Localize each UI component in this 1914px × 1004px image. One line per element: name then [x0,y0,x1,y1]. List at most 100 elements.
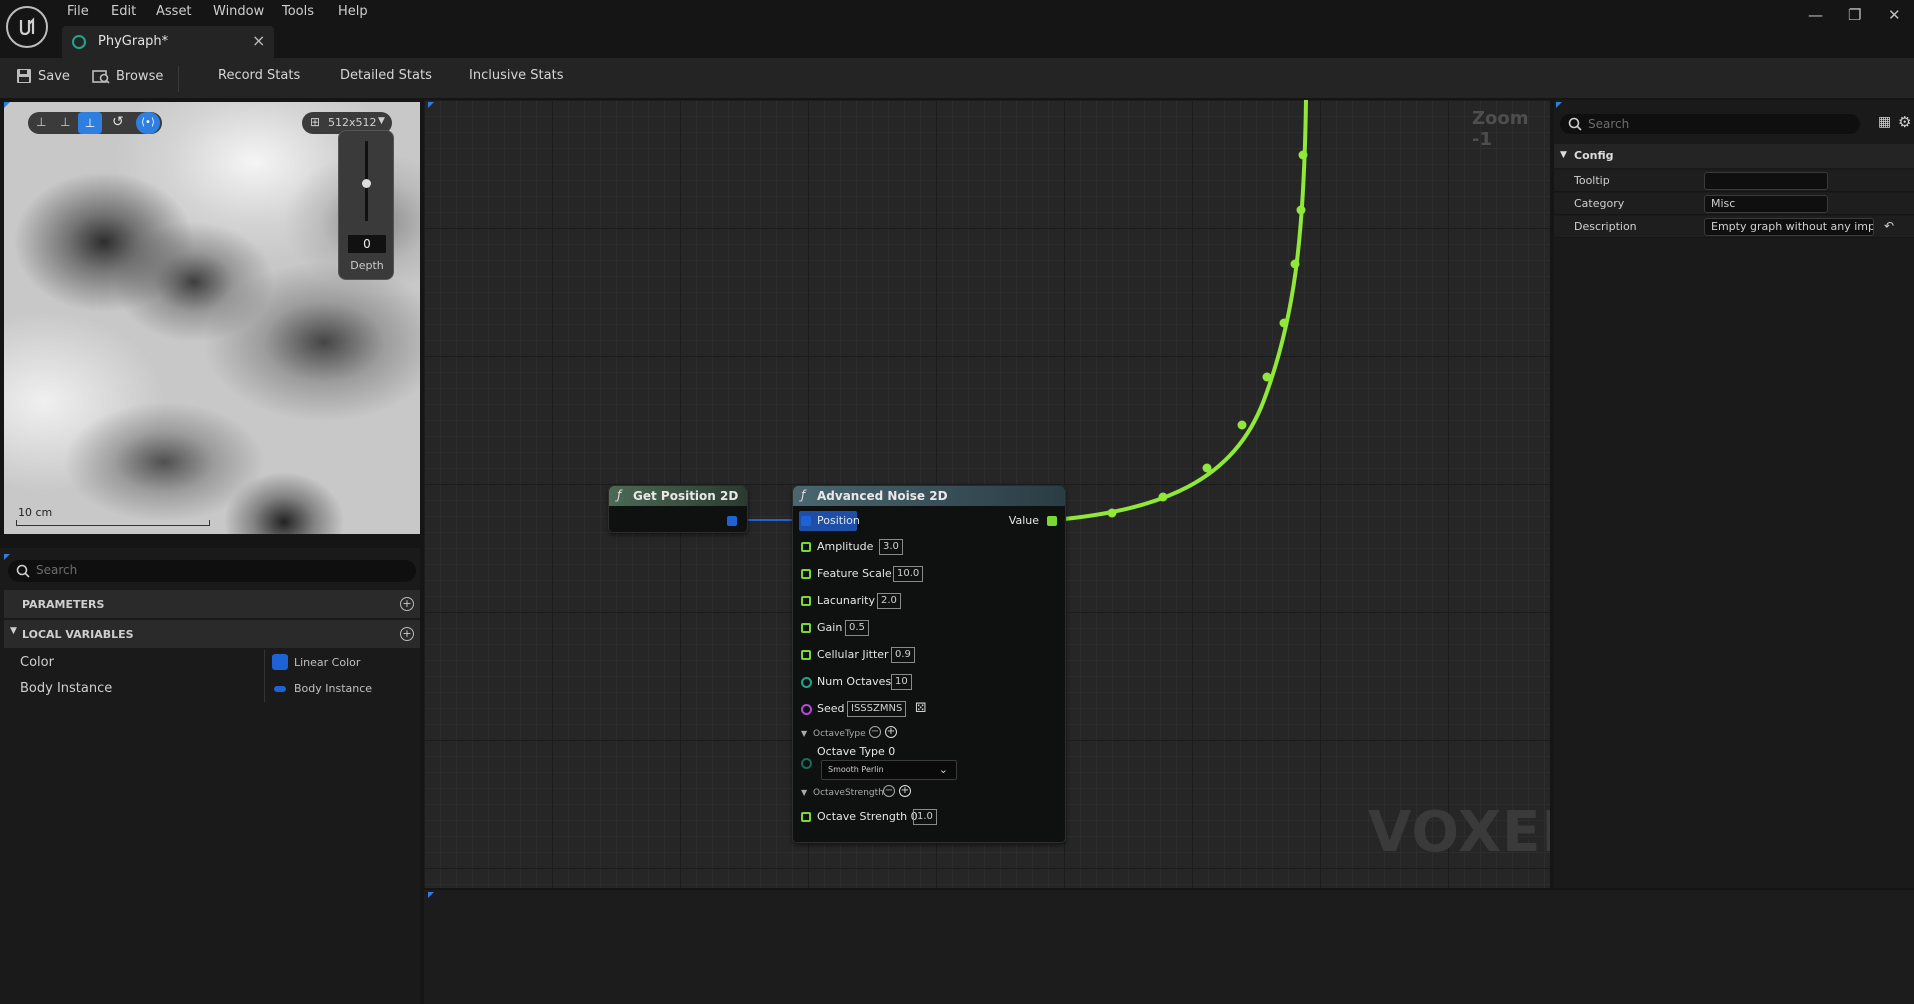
remove-element-icon[interactable]: − [869,726,881,738]
octave-type-dropdown[interactable]: Smooth Perlin ⌄ [821,760,957,780]
panel-corner-marker [4,102,10,108]
search-placeholder: Search [1588,117,1630,131]
menu-tools[interactable]: Tools [282,4,314,20]
unreal-logo-icon[interactable] [6,6,48,48]
inclusive-stats-label: Inclusive Stats [469,68,564,83]
browse-button[interactable]: Browse [92,68,163,84]
position-output-pin[interactable] [727,516,737,526]
depth-slider-handle[interactable] [362,179,371,188]
settings-gear-icon[interactable]: ⚙ [1898,113,1911,131]
add-parameter-icon[interactable]: + [400,597,414,611]
menu-asset[interactable]: Asset [156,4,192,20]
tab-close-icon[interactable]: × [252,31,265,50]
value-wire[interactable] [1053,100,1308,522]
column-divider [264,650,265,676]
voxel-watermark: VOXEL [1368,800,1550,865]
chevron-down-icon: ⌄ [938,763,948,776]
pin-label: Lacunarity [817,594,876,607]
float-input-pin[interactable] [801,596,811,606]
add-local-variable-icon[interactable]: + [400,627,414,641]
category-input[interactable]: Misc [1704,195,1828,213]
add-element-icon[interactable]: + [899,785,911,797]
fit-view-icon[interactable]: ⟨•⟩ [136,112,160,134]
octave-strength-array-header: ▼ OctaveStrength − + [793,783,1065,803]
feature-scale-value-field[interactable]: 10.0 [893,566,924,582]
amplitude-value-field[interactable]: 3.0 [879,539,903,555]
search-icon [16,564,30,578]
resolution-icon: ⊞ [310,115,321,129]
randomize-seed-icon[interactable]: ⚄ [915,701,926,716]
pin-octave-strength-0: Octave Strength 0 1.0 [793,807,1065,827]
config-section-header[interactable]: ▼ Config [1554,144,1914,168]
noise-preview[interactable]: ⊥ ⊥ ⊥ ↺ ⟨•⟩ ⊞ 512x512 ▼ 0 Depth 10 cm [4,102,420,534]
node-title: Get Position 2D [633,489,739,503]
expand-arrow-icon[interactable]: ▼ [801,729,807,738]
menu-file[interactable]: File [67,4,89,20]
property-name: Tooltip [1574,174,1610,187]
float-input-pin[interactable] [801,623,811,633]
num-octaves-value-field[interactable]: 10 [891,674,912,690]
function-icon: ƒ [801,488,806,502]
float-input-pin[interactable] [801,650,811,660]
pin-num-octaves: Num Octaves 10 [793,672,1065,692]
restore-icon[interactable]: ❐ [1848,6,1861,24]
reset-view-icon[interactable]: ↺ [112,114,124,130]
view-2d-icon[interactable]: ⊥ [36,115,46,129]
depth-value-field[interactable]: 0 [348,235,386,253]
view-height-icon[interactable]: ⊥ [60,115,70,129]
parameters-section-header[interactable]: PARAMETERS + [4,590,420,618]
node-advanced-noise-2d[interactable]: ƒ Advanced Noise 2D Position Value Ampli… [792,485,1066,843]
seed-input-pin[interactable] [801,704,812,715]
detailed-stats-button[interactable]: Detailed Stats [340,68,432,83]
menu-edit[interactable]: Edit [111,4,136,20]
preview-view-toggle-group: ⊥ ⊥ ⊥ ↺ ⟨•⟩ [28,112,162,134]
pin-lacunarity: Lacunarity 2.0 [793,591,1065,611]
parameters-search-input[interactable]: Search [8,560,416,582]
cellular-jitter-value-field[interactable]: 0.9 [891,647,915,663]
add-element-icon[interactable]: + [885,726,897,738]
octave-strength-value-field[interactable]: 1.0 [913,809,937,825]
node-get-position-2d[interactable]: ƒ Get Position 2D [608,485,748,533]
body-instance-type-icon[interactable] [274,686,286,692]
seed-value-field[interactable]: ISSSZMNS [847,701,907,717]
table-view-icon[interactable]: ▦ [1878,114,1891,130]
variable-type: Body Instance [294,682,373,695]
minimize-icon[interactable]: — [1808,6,1823,24]
int-input-pin[interactable] [801,677,812,688]
position-input-pin[interactable] [801,516,811,526]
details-search-input[interactable]: Search [1560,114,1860,134]
reset-to-default-icon[interactable]: ↶ [1884,219,1894,233]
pin-position: Position Value [793,511,1065,531]
title-bar: File Edit Asset Window Tools Help PhyGra… [0,0,1914,58]
property-row-description: Description Empty graph without any impl… [1554,216,1914,238]
view-3d-icon[interactable]: ⊥ [78,112,102,134]
variable-row-color[interactable]: Color Linear Color [4,650,420,676]
graph-canvas[interactable]: Zoom -1 ƒ Get Position 2D ƒ Advanced Noi… [424,100,1550,888]
record-stats-button[interactable]: Record Stats [218,68,300,83]
lacunarity-value-field[interactable]: 2.0 [877,593,901,609]
description-input[interactable]: Empty graph without any imple [1704,218,1874,236]
parameters-label: PARAMETERS [22,598,105,611]
tooltip-input[interactable] [1704,172,1828,190]
enum-input-pin[interactable] [801,758,812,769]
menu-window[interactable]: Window [213,4,264,20]
linear-color-type-icon[interactable] [272,654,288,670]
float-input-pin[interactable] [801,812,811,822]
gain-value-field[interactable]: 0.5 [845,620,869,636]
menu-help[interactable]: Help [338,4,368,20]
save-button[interactable]: Save [16,68,70,84]
close-window-icon[interactable]: ✕ [1888,6,1901,24]
local-variables-section-header[interactable]: ▼ LOCAL VARIABLES + [4,620,420,648]
expand-arrow-icon[interactable]: ▼ [801,788,807,797]
tab-phygraph[interactable]: PhyGraph* × [62,26,274,58]
browse-icon [92,70,110,84]
inclusive-stats-button[interactable]: Inclusive Stats [469,68,563,83]
value-output-pin[interactable] [1047,516,1057,526]
variable-row-body-instance[interactable]: Body Instance Body Instance [4,676,420,702]
toolbar-divider [178,66,179,92]
pin-label: Cellular Jitter [817,648,889,661]
remove-element-icon[interactable]: − [883,785,895,797]
float-input-pin[interactable] [801,542,811,552]
float-input-pin[interactable] [801,569,811,579]
dropdown-value: Smooth Perlin [828,765,884,774]
